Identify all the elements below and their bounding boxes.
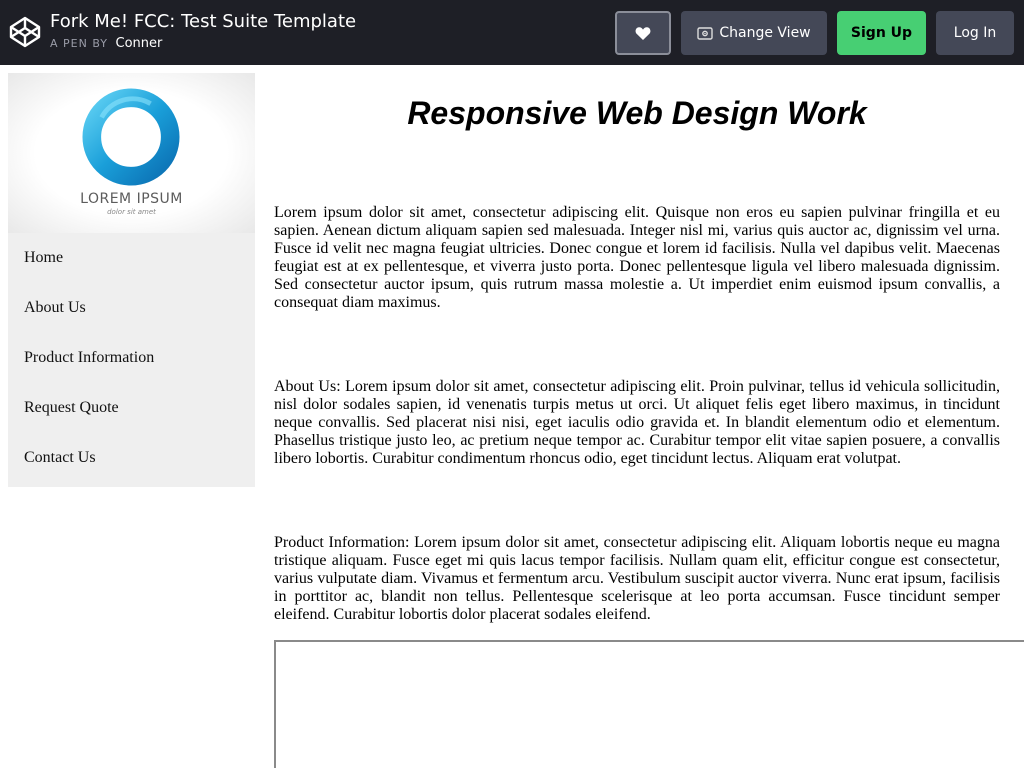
log-in-button[interactable]: Log In	[936, 11, 1014, 55]
pen-title[interactable]: Fork Me! FCC: Test Suite Template	[50, 11, 356, 32]
embedded-video-frame[interactable]	[274, 640, 1024, 768]
nav-link-contact-us[interactable]: Contact Us	[8, 433, 255, 483]
codepen-header: Fork Me! FCC: Test Suite Template A PEN …	[0, 0, 1024, 65]
heart-icon	[635, 26, 651, 40]
pen-byline: A PEN BY Conner	[50, 36, 162, 51]
page-heading: Responsive Web Design Work	[407, 95, 867, 131]
sign-up-button[interactable]: Sign Up	[837, 11, 926, 55]
change-view-label: Change View	[719, 25, 811, 41]
about-us-paragraph: About Us: Lorem ipsum dolor sit amet, co…	[274, 378, 1000, 467]
nav-link-home[interactable]: Home	[8, 233, 255, 283]
author-link[interactable]: Conner	[116, 36, 163, 51]
nav-link-product-information[interactable]: Product Information	[8, 333, 255, 383]
ring-logo-icon	[82, 88, 180, 186]
change-view-icon	[697, 26, 714, 40]
logo-image: LOREM IPSUM dolor sit amet	[8, 73, 255, 233]
like-button[interactable]	[615, 11, 671, 55]
product-information-paragraph: Product Information: Lorem ipsum dolor s…	[274, 534, 1000, 623]
codepen-logo-icon[interactable]	[9, 16, 41, 48]
logo-tagline: dolor sit amet	[107, 208, 156, 216]
by-label: A PEN BY	[50, 37, 108, 50]
logo-text: LOREM IPSUM	[80, 191, 183, 207]
intro-paragraph: Lorem ipsum dolor sit amet, consectetur …	[274, 204, 1000, 311]
sidebar-nav: LOREM IPSUM dolor sit amet Home About Us…	[8, 73, 255, 487]
nav-list: Home About Us Product Information Reques…	[8, 233, 255, 483]
nav-link-request-quote[interactable]: Request Quote	[8, 383, 255, 433]
nav-link-about-us[interactable]: About Us	[8, 283, 255, 333]
change-view-button[interactable]: Change View	[681, 11, 827, 55]
